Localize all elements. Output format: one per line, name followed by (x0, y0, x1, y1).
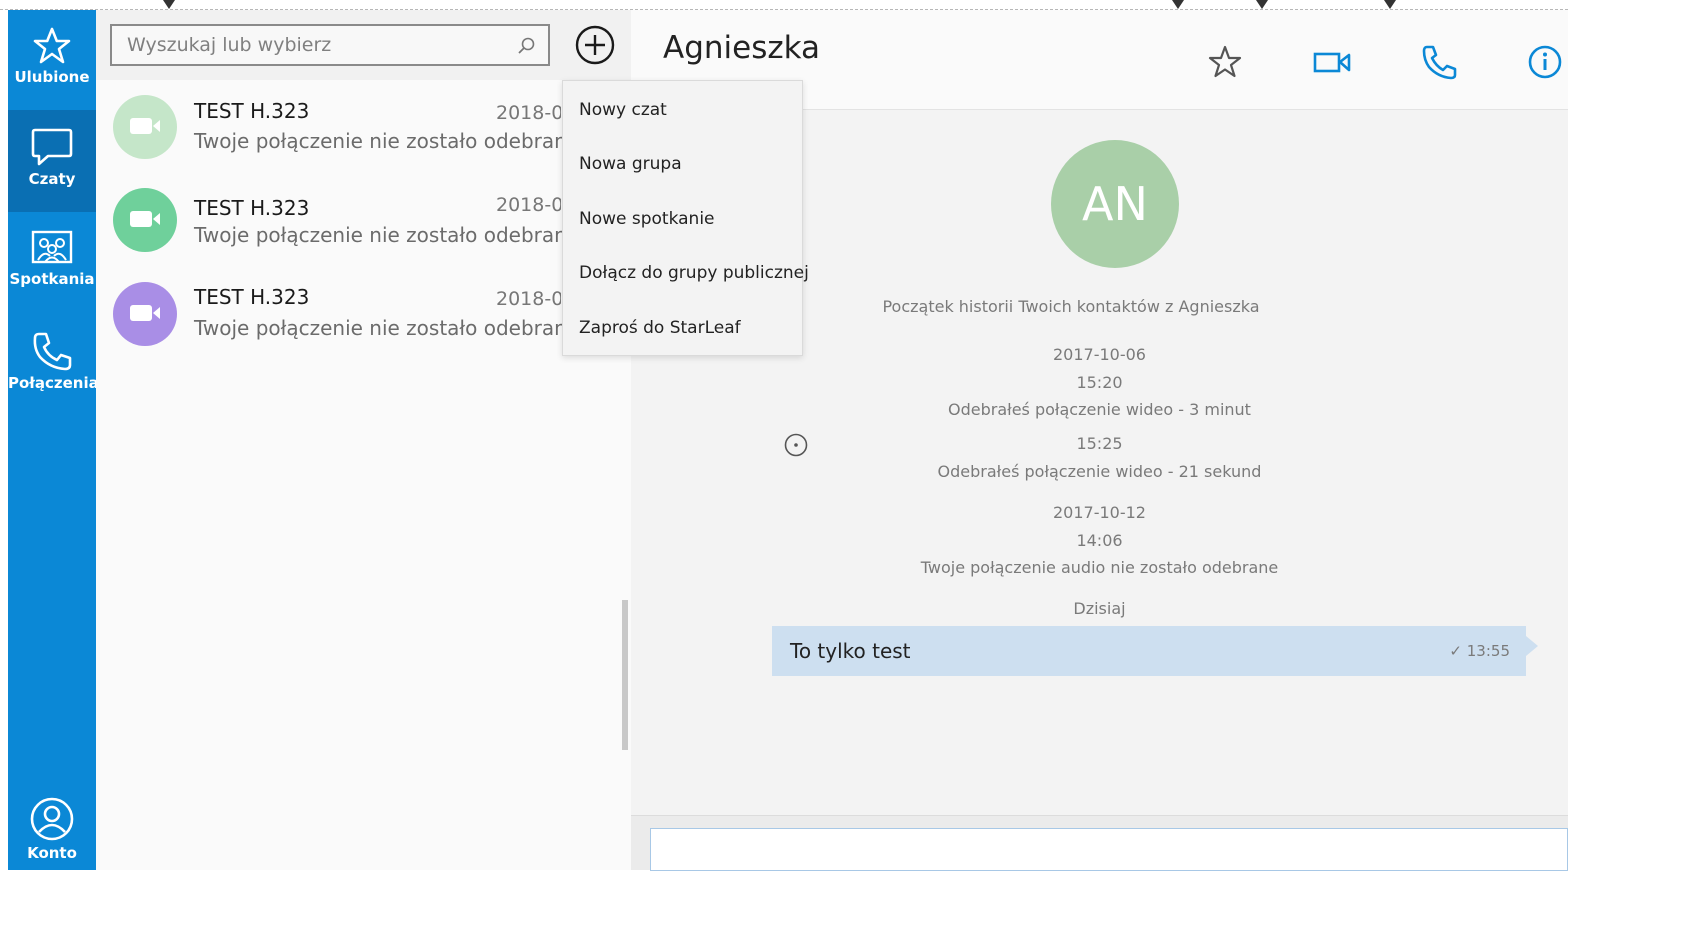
star-icon (33, 27, 71, 64)
message-text: To tylko test (790, 639, 911, 663)
nav-item-meetings[interactable]: Spotkania (8, 212, 96, 314)
account-icon (30, 797, 74, 841)
audio-call-button[interactable] (1419, 42, 1459, 82)
nav-item-favorites[interactable]: Ulubione (8, 10, 96, 112)
favorite-star-button[interactable] (1205, 42, 1245, 82)
video-call-button[interactable] (1312, 42, 1352, 82)
nav-item-label: Ulubione (14, 68, 90, 86)
contact-avatar (113, 282, 177, 346)
chat-list-item[interactable]: TEST H.323 2018-0 Twoje połączenie nie z… (96, 186, 631, 280)
history-start-text: Początek historii Twoich kontaktów z Agn… (882, 297, 1260, 316)
chat-name: TEST H.323 (194, 285, 310, 309)
video-camera-icon (130, 118, 160, 134)
search-box (110, 24, 550, 66)
history-time: 15:20 (1076, 373, 1123, 392)
chat-date: 2018-0 (496, 102, 561, 124)
contact-avatar (113, 188, 177, 252)
chat-list-toolbar (96, 10, 631, 80)
message-timestamp: ✓ 13:55 (1449, 642, 1510, 660)
menu-item-new-chat[interactable]: Nowy czat (563, 83, 802, 137)
composer-bar (631, 815, 1568, 871)
conversation-title: Agnieszka (663, 30, 821, 66)
chat-list-item[interactable]: TEST H.323 2018-0 Twoje połączenie nie z… (96, 280, 631, 374)
menu-item-invite-to-starleaf[interactable]: Zaproś do StarLeaf (563, 301, 802, 355)
pointer-arrow (1384, 0, 1396, 9)
pointer-arrow (163, 0, 175, 9)
history-event: Odebrałeś połączenie wideo - 3 minut (948, 400, 1251, 419)
nav-item-chats[interactable]: Czaty (8, 110, 96, 212)
video-camera-icon (130, 305, 160, 321)
history-date: 2017-10-12 (1053, 503, 1146, 522)
chat-list-pane: TEST H.323 2018-0 Twoje połączenie nie z… (96, 10, 631, 870)
nav-item-label: Konto (27, 844, 77, 862)
chat-last-message: Twoje połączenie nie zostało odebrane (194, 129, 580, 153)
chat-name: TEST H.323 (194, 99, 310, 123)
history-date: Dzisiaj (1073, 599, 1126, 618)
new-item-dropdown-menu: Nowy czat Nowa grupa Nowe spotkanie Dołą… (562, 80, 809, 356)
chat-date: 2018-0 (496, 194, 561, 216)
pointer-arrow (1172, 0, 1184, 9)
chat-last-message: Twoje połączenie nie zostało odebrane (194, 223, 580, 247)
chat-date: 2018-0 (496, 288, 561, 310)
chat-list-scrollbar[interactable] (622, 600, 628, 750)
left-nav-rail: Ulubione Czaty Spotkania Połączenia Kont… (8, 10, 99, 870)
history-time: 14:06 (1076, 531, 1123, 550)
app-window: Ulubione Czaty Spotkania Połączenia Kont… (0, 0, 1568, 871)
contact-avatar-large: AN (1051, 140, 1179, 268)
history-event: Twoje połączenie audio nie zostało odebr… (920, 558, 1279, 577)
phone-icon (33, 332, 72, 371)
history-time: 15:25 (1076, 434, 1123, 453)
menu-item-new-group[interactable]: Nowa grupa (563, 137, 802, 191)
bubble-tail (1526, 636, 1538, 656)
message-input[interactable] (650, 828, 1568, 871)
chat-name: TEST H.323 (194, 196, 310, 220)
nav-item-account[interactable]: Konto (8, 780, 96, 882)
menu-item-new-meeting[interactable]: Nowe spotkanie (563, 192, 802, 246)
search-input[interactable] (112, 26, 492, 64)
message-bubble[interactable]: To tylko test ✓ 13:55 (772, 626, 1538, 676)
nav-item-label: Połączenia (8, 374, 99, 392)
chat-bubble-icon (31, 128, 73, 166)
add-new-button[interactable] (574, 24, 616, 66)
contact-avatar (113, 95, 177, 159)
search-icon[interactable] (516, 36, 536, 56)
nav-item-calls[interactable]: Połączenia (8, 314, 99, 416)
pointer-arrow (1256, 0, 1268, 9)
chat-last-message: Twoje połączenie nie zostało odebrane (194, 316, 580, 340)
meeting-icon (31, 230, 73, 264)
chat-list-item[interactable]: TEST H.323 2018-0 Twoje połączenie nie z… (96, 92, 631, 186)
timer-icon[interactable] (783, 432, 809, 458)
nav-item-label: Spotkania (9, 270, 95, 288)
info-button[interactable] (1525, 42, 1565, 82)
history-event: Odebrałeś połączenie wideo - 21 sekund (937, 462, 1262, 481)
video-camera-icon (130, 211, 160, 227)
menu-item-join-public-group[interactable]: Dołącz do grupy publicznej (563, 246, 809, 300)
nav-item-label: Czaty (28, 170, 76, 188)
